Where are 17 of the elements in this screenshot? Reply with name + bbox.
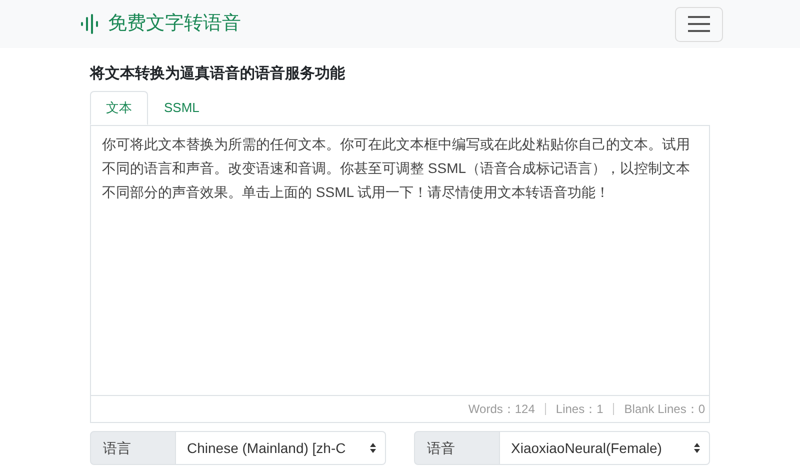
sound-wave-icon	[80, 14, 100, 34]
select-label: 语音	[414, 431, 500, 465]
stat-text: Lines：1	[544, 403, 604, 415]
dropdown-select[interactable]: Chinese (Mainland) [zh-C	[176, 431, 386, 465]
select-label: 语言	[90, 431, 176, 465]
stat-text: Blank Lines：0	[613, 403, 705, 415]
tab[interactable]: SSML	[148, 91, 216, 125]
text-input-field[interactable]: 你可将此文本替换为所需的任何文本。你可在此文本框中编写或在此处粘贴你自己的文本。试用不同的语言和声音。改变语速和音调。你甚至可调整 SSML（语音合成标记语言），以控制文本不同部分的声音效果。单击上面的 SSML 试用一下！请尽情使用文本转语音功能！	[90, 126, 710, 396]
menu-icon	[687, 15, 711, 33]
sort-caret-icon	[369, 442, 377, 454]
brand-link[interactable]: 免费文字转语音	[108, 10, 241, 38]
menu-button[interactable]	[675, 6, 723, 42]
stat-text: Words：124	[468, 403, 535, 415]
dropdown-select[interactable]: XiaoxiaoNeural(Female)	[500, 431, 710, 465]
page-heading: 将文本转换为逼真语音的语音服务功能	[90, 64, 346, 84]
sort-caret-icon	[693, 442, 701, 454]
tab[interactable]: 文本	[90, 91, 148, 125]
